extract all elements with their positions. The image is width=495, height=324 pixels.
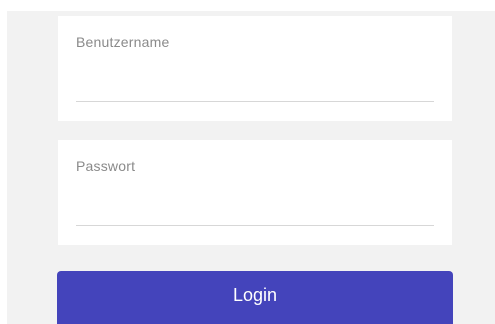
password-card: Passwort	[58, 140, 452, 245]
login-button[interactable]: Login	[57, 271, 453, 324]
username-card: Benutzername	[58, 16, 452, 121]
password-input[interactable]	[76, 186, 434, 226]
username-label: Benutzername	[76, 34, 170, 50]
login-screen: Benutzername Passwort Login	[0, 0, 495, 324]
username-input[interactable]	[76, 62, 434, 102]
password-label: Passwort	[76, 158, 136, 174]
